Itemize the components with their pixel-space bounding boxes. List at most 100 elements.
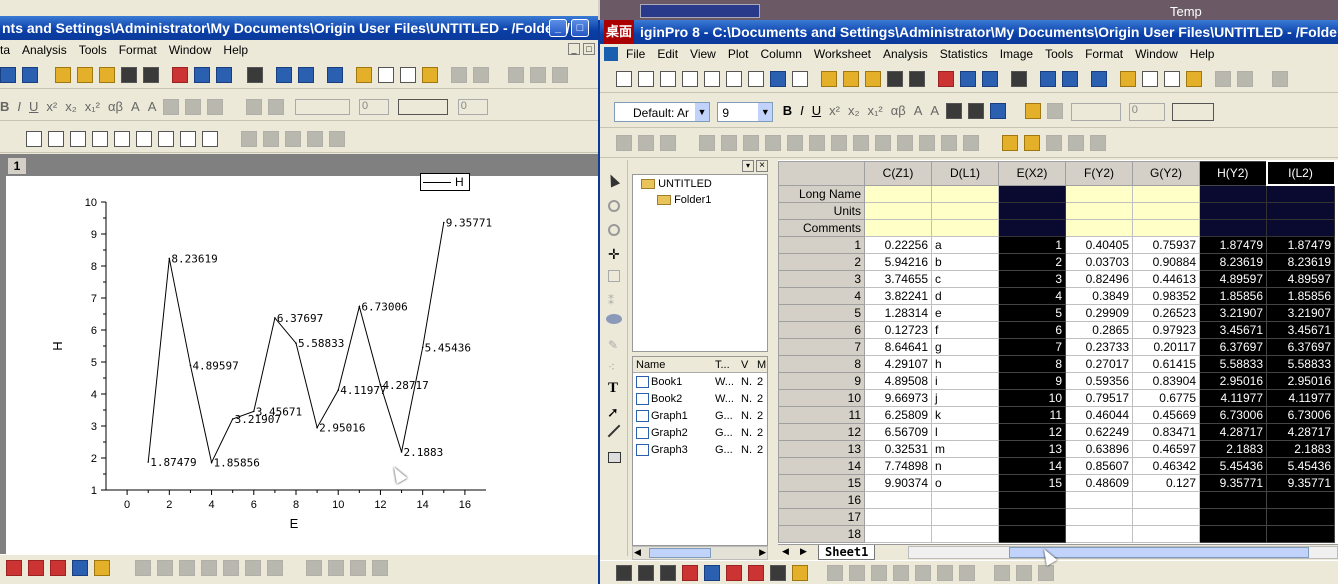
table-cell[interactable]: 0.22256 (864, 235, 932, 254)
meta-cell[interactable] (998, 201, 1066, 220)
layer3-icon[interactable] (743, 135, 759, 151)
column-header-cz1[interactable]: C(Z1) (864, 160, 932, 186)
cut-icon[interactable] (1272, 71, 1288, 87)
new-matrix-icon[interactable] (22, 67, 38, 83)
rescale-icon[interactable] (473, 67, 489, 83)
row-header[interactable]: 8 (778, 354, 865, 373)
explorer-item-graph3[interactable]: Graph3 G... N. 2 (633, 443, 767, 459)
new-function-icon[interactable] (770, 71, 786, 87)
layer9-icon[interactable] (875, 135, 891, 151)
pattern-dropdown[interactable] (398, 99, 449, 115)
table-cell[interactable] (998, 490, 1066, 509)
table-cell[interactable]: 0.48609 (1065, 473, 1133, 492)
table-cell[interactable]: 4.89597 (1266, 269, 1335, 288)
increase-font-button[interactable]: A (914, 103, 923, 118)
table-cell[interactable]: 0.44613 (1132, 269, 1200, 288)
line-tool-icon[interactable] (607, 424, 621, 438)
table-cell[interactable]: 0.90884 (1132, 252, 1200, 271)
table-cell[interactable]: f (931, 320, 999, 339)
row-header[interactable]: 1 (778, 235, 865, 254)
scatter-plot-icon[interactable] (28, 560, 44, 576)
layer7-icon[interactable] (831, 135, 847, 151)
column-header-dl1[interactable]: D(L1) (931, 160, 999, 186)
table-cell[interactable]: c (931, 269, 999, 288)
increase-font-button[interactable]: A (131, 99, 140, 114)
column-header-gy2[interactable]: G(Y2) (1132, 160, 1200, 186)
table-cell[interactable]: j (931, 388, 999, 407)
supersub-button[interactable]: x₁² (85, 99, 100, 114)
table-cell[interactable]: 6.73006 (1266, 405, 1335, 424)
menu-window[interactable]: Window (1129, 44, 1184, 64)
pattern-dropdown[interactable] (1172, 103, 1215, 121)
mask-icon[interactable] (1046, 135, 1062, 151)
new-worksheet-icon[interactable] (660, 71, 676, 87)
table-cell[interactable] (1132, 490, 1200, 509)
menu-tools[interactable]: Tools (73, 40, 113, 60)
results-log-icon[interactable] (356, 67, 372, 83)
table-cell[interactable]: e (931, 303, 999, 322)
superscript-button[interactable]: x² (46, 99, 57, 114)
desktop-tab-label[interactable]: 桌面 (604, 20, 635, 44)
table-cell[interactable]: 4.29107 (864, 354, 932, 373)
layer11-icon[interactable] (919, 135, 935, 151)
table-cell[interactable]: 0.12723 (864, 320, 932, 339)
menu-view[interactable]: View (684, 44, 722, 64)
table-cell[interactable]: 9 (998, 371, 1066, 390)
add-layer-icon[interactable] (1215, 71, 1231, 87)
explorer-item-graph1[interactable]: Graph1 G... N. 2 (633, 409, 767, 425)
table-cell[interactable] (1266, 524, 1335, 543)
meta-cell[interactable] (864, 218, 932, 237)
col-m-header[interactable]: M (757, 359, 766, 371)
sheet-nav-right-icon[interactable]: ▶ (800, 546, 807, 557)
font-color-icon[interactable] (207, 99, 224, 115)
line-style-dropdown[interactable] (1071, 103, 1122, 121)
table-cell[interactable]: 4.28717 (1199, 422, 1267, 441)
meta-cell[interactable] (1065, 218, 1133, 237)
table-cell[interactable]: 0.23733 (1065, 337, 1133, 356)
import-multiple-icon[interactable] (982, 71, 998, 87)
surface-icon[interactable] (157, 560, 173, 576)
meta-cell[interactable] (1266, 184, 1335, 203)
table-cell[interactable]: 0.03703 (1065, 252, 1133, 271)
table-cell[interactable]: 0.46342 (1132, 456, 1200, 475)
table-cell[interactable]: 3 (998, 269, 1066, 288)
meta-cell[interactable] (864, 201, 932, 220)
mdi-minimize-button[interactable]: _ (568, 43, 580, 55)
table-cell[interactable]: n (931, 456, 999, 475)
zoom-out-tool-icon[interactable] (608, 224, 620, 236)
open-template-icon[interactable] (77, 67, 93, 83)
pie-plot-icon[interactable] (72, 560, 88, 576)
table-cell[interactable]: 2.95016 (1199, 371, 1267, 390)
column-header-hy2[interactable]: H(Y2) (1199, 160, 1267, 186)
meta-cell[interactable] (998, 218, 1066, 237)
bar-plot-icon[interactable] (726, 565, 742, 581)
tree-folder1[interactable]: Folder1 (657, 194, 711, 206)
meta-cell[interactable] (1132, 201, 1200, 220)
open-excel-icon[interactable] (99, 67, 115, 83)
menu-worksheet[interactable]: Worksheet (808, 44, 877, 64)
column-header-il2[interactable]: I(L2) (1265, 160, 1336, 186)
pattern-width-dropdown[interactable]: 0 (457, 99, 488, 115)
plot3d-icon[interactable] (135, 560, 151, 576)
row-header[interactable]: 16 (778, 490, 865, 509)
layer2-icon[interactable] (721, 135, 737, 151)
new-project-icon[interactable] (616, 71, 632, 87)
table-cell[interactable]: 3.21907 (1199, 303, 1267, 322)
plot3d-icon[interactable] (827, 565, 843, 581)
column-plot-icon[interactable] (682, 565, 698, 581)
wireframe-icon[interactable] (201, 560, 217, 576)
table-cell[interactable] (1132, 507, 1200, 526)
bar3d-icon[interactable] (223, 560, 239, 576)
worksheet-hscroll[interactable] (908, 546, 1338, 559)
table-cell[interactable] (1065, 490, 1133, 509)
scroll-right-icon[interactable]: ▶ (759, 547, 766, 558)
table-cell[interactable]: 1.28314 (864, 303, 932, 322)
row-header[interactable]: 17 (778, 507, 865, 526)
greek-button[interactable]: αβ (891, 103, 906, 118)
tree-root[interactable]: UNTITLED (641, 178, 712, 190)
pointer-icon[interactable] (605, 172, 621, 188)
table-cell[interactable]: 0.46044 (1065, 405, 1133, 424)
draw-data-icon[interactable]: ✎ (608, 338, 618, 352)
meta-cell[interactable] (1266, 218, 1335, 237)
table-cell[interactable]: 9.90374 (864, 473, 932, 492)
